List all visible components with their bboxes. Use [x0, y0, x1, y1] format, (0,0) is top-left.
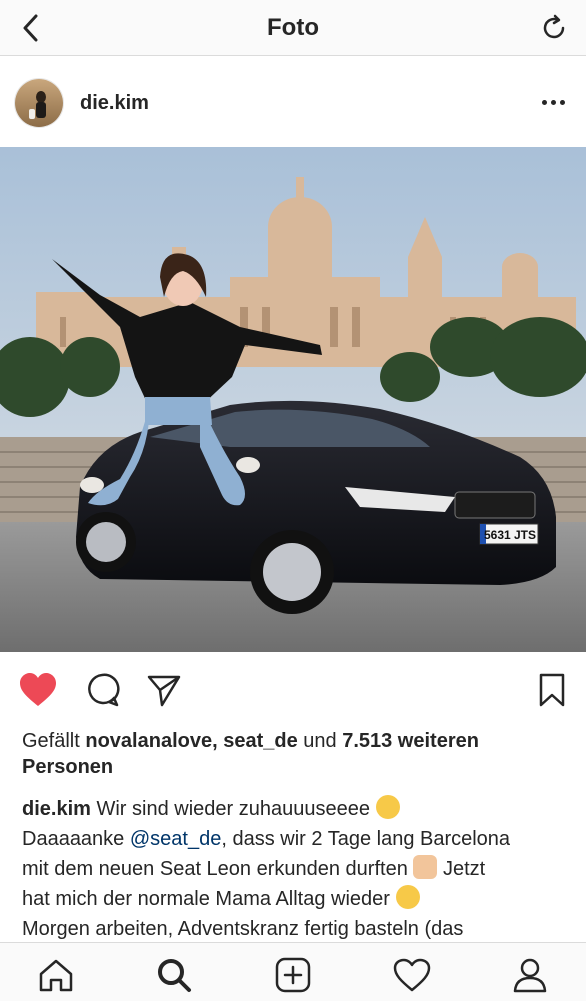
- search-icon: [158, 959, 191, 992]
- tab-profile[interactable]: [510, 955, 550, 995]
- top-navigation-bar: Foto: [0, 0, 586, 56]
- tab-activity[interactable]: [392, 955, 432, 995]
- tab-home[interactable]: [36, 955, 76, 995]
- profile-icon: [513, 958, 547, 993]
- caption-mention[interactable]: @seat_de: [130, 828, 221, 850]
- likes-summary[interactable]: Gefällt novalanalove, seat_de und 7.513 …: [22, 728, 570, 780]
- comment-icon: [88, 673, 120, 707]
- heart-eyes-emoji-icon: [375, 795, 400, 819]
- more-options-button[interactable]: [538, 90, 568, 114]
- post-caption: die.kim Wir sind wieder zuhauuuseeee Daa…: [22, 794, 572, 940]
- bookmark-icon: [539, 673, 565, 707]
- raised-hands-emoji-icon: [413, 855, 438, 879]
- likes-suffix: Personen: [22, 756, 114, 778]
- post-username[interactable]: die.kim: [80, 92, 149, 115]
- avatar[interactable]: [14, 78, 64, 128]
- activity-icon: [393, 958, 431, 992]
- more-icon: [541, 99, 547, 105]
- smiley-emoji-icon: [395, 885, 420, 909]
- page-title: Foto: [267, 14, 319, 41]
- bottom-tab-bar: [0, 942, 586, 1001]
- liked-by-users[interactable]: novalanalove, seat_de: [85, 730, 297, 752]
- tab-new-post[interactable]: [273, 955, 313, 995]
- license-plate-text: 5631 JTS: [484, 528, 536, 542]
- comment-button[interactable]: [82, 670, 122, 710]
- share-button[interactable]: [144, 670, 184, 710]
- add-icon: [275, 957, 311, 993]
- refresh-button[interactable]: [538, 12, 570, 44]
- heart-icon: [20, 673, 56, 706]
- post-actions-bar: [0, 660, 586, 720]
- likes-count[interactable]: 7.513 weiteren: [342, 730, 479, 752]
- bookmark-button[interactable]: [532, 670, 572, 710]
- home-icon: [39, 959, 73, 992]
- like-button[interactable]: [18, 670, 58, 710]
- post-photo[interactable]: 5631 JTS: [0, 147, 586, 652]
- caption-author[interactable]: die.kim: [22, 798, 91, 820]
- tab-search[interactable]: [154, 955, 194, 995]
- share-icon: [147, 675, 181, 707]
- refresh-icon: [543, 14, 565, 39]
- post-header: die.kim: [0, 64, 586, 144]
